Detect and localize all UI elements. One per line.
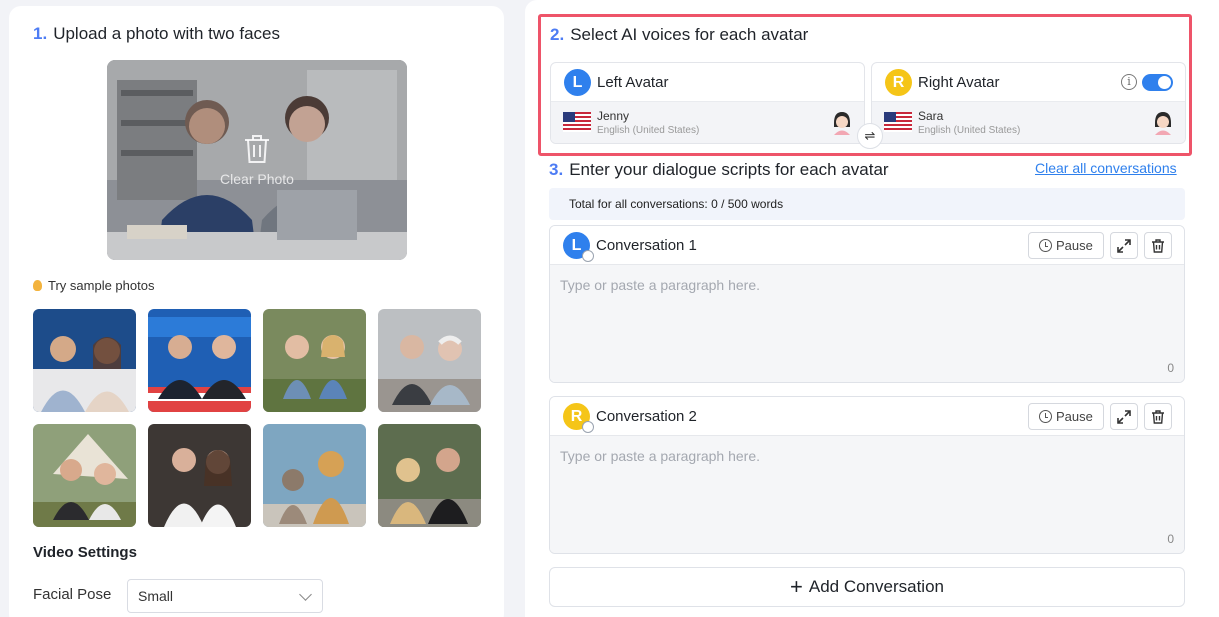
us-flag-icon: [563, 112, 591, 132]
expand-button[interactable]: [1110, 403, 1138, 430]
expand-button[interactable]: [1110, 232, 1138, 259]
character-count: 0: [1167, 532, 1174, 546]
script-panel: 2. Select AI voices for each avatar L Lef…: [525, 0, 1219, 617]
lightbulb-icon: [33, 280, 42, 291]
trash-icon: [1152, 239, 1164, 253]
trash-icon: [1152, 410, 1164, 424]
switch-speaker-icon[interactable]: [582, 250, 594, 262]
word-total-bar: Total for all conversations: 0 / 500 wor…: [549, 188, 1185, 220]
character-count: 0: [1167, 361, 1174, 375]
step2-title-text: Select AI voices for each avatar: [570, 25, 809, 44]
try-sample-photos: Try sample photos: [33, 278, 154, 293]
voice-selection-section: 2. Select AI voices for each avatar L Lef…: [538, 14, 1192, 156]
chevron-down-icon: [299, 588, 312, 601]
delete-conversation-button[interactable]: [1144, 232, 1172, 259]
pause-button[interactable]: Pause: [1028, 232, 1104, 259]
sample-photo-5[interactable]: [33, 424, 136, 527]
female-avatar-icon: [834, 112, 850, 135]
sample-photo-7[interactable]: [263, 424, 366, 527]
right-avatar-header: R Right Avatar i: [872, 63, 1185, 102]
facial-pose-label: Facial Pose: [33, 586, 112, 603]
sample-photo-8-image: [378, 424, 481, 527]
right-avatar-toggle[interactable]: [1142, 74, 1173, 91]
conversation-script-input[interactable]: [550, 265, 1184, 382]
add-conversation-label: Add Conversation: [808, 577, 944, 596]
sample-photo-4-image: [378, 309, 481, 412]
clear-photo-label: Clear Photo: [220, 171, 294, 187]
facial-pose-value: Small: [138, 588, 174, 604]
conversation-card-1: L Conversation 1 Pause 0: [549, 225, 1185, 383]
step3-title: 3. Enter your dialogue scripts for each a…: [549, 160, 889, 180]
info-icon[interactable]: i: [1121, 74, 1137, 90]
step1-number: 1.: [33, 24, 48, 43]
conversation-title: Conversation 2: [596, 408, 697, 425]
sample-photo-4[interactable]: [378, 309, 481, 412]
facial-pose-select[interactable]: Small: [127, 579, 323, 613]
swap-avatars-button[interactable]: ⇌: [857, 123, 883, 149]
step1-title-text: Upload a photo with two faces: [53, 24, 280, 43]
conversation-script-input[interactable]: [550, 436, 1184, 553]
sample-photo-1-image: [33, 309, 136, 412]
right-avatar-voice[interactable]: Sara English (United States): [872, 102, 1185, 143]
right-avatar-badge: R: [885, 69, 912, 96]
left-voice-language: English (United States): [597, 125, 700, 136]
conversation-header: L Conversation 1 Pause: [550, 226, 1184, 265]
sample-photo-1[interactable]: [33, 309, 136, 412]
clock-icon: [1039, 239, 1052, 252]
pause-label: Pause: [1056, 409, 1093, 424]
clear-photo-button[interactable]: Clear Photo: [107, 60, 407, 260]
delete-conversation-button[interactable]: [1144, 403, 1172, 430]
expand-icon: [1117, 410, 1131, 424]
step2-title: 2. Select AI voices for each avatar: [550, 25, 808, 45]
left-avatar-card[interactable]: L Left Avatar Jenny English (United Stat…: [550, 62, 865, 144]
try-sample-label: Try sample photos: [48, 278, 155, 293]
sample-photo-7-image: [263, 424, 366, 527]
sample-photo-8[interactable]: [378, 424, 481, 527]
swap-icon: ⇌: [864, 128, 876, 143]
conversation-body: 0: [550, 265, 1184, 382]
us-flag-icon: [884, 112, 912, 132]
plus-icon: +: [790, 574, 803, 599]
right-voice-name: Sara: [918, 109, 944, 123]
add-conversation-button[interactable]: + Add Conversation: [549, 567, 1185, 607]
left-avatar-header: L Left Avatar: [551, 63, 864, 102]
upload-panel: 1. Upload a photo with two faces Clear P…: [9, 6, 504, 617]
uploaded-photo[interactable]: Clear Photo: [107, 60, 407, 260]
right-avatar-card[interactable]: R Right Avatar i Sara English (United St…: [871, 62, 1186, 144]
right-voice-language: English (United States): [918, 125, 1021, 136]
sample-photo-6-image: [148, 424, 251, 527]
pause-label: Pause: [1056, 238, 1093, 253]
video-settings-title: Video Settings: [33, 544, 137, 561]
female-avatar-icon: [1155, 112, 1171, 135]
expand-icon: [1117, 239, 1131, 253]
clock-icon: [1039, 410, 1052, 423]
left-avatar-voice[interactable]: Jenny English (United States): [551, 102, 864, 143]
conversation-card-2: R Conversation 2 Pause 0: [549, 396, 1185, 554]
sample-photo-3-image: [263, 309, 366, 412]
conversation-title: Conversation 1: [596, 237, 697, 254]
sample-photo-6[interactable]: [148, 424, 251, 527]
trash-icon: [245, 135, 269, 163]
conversation-body: 0: [550, 436, 1184, 553]
left-avatar-badge: L: [564, 69, 591, 96]
right-avatar-name: Right Avatar: [918, 74, 1000, 91]
clear-all-conversations-link[interactable]: Clear all conversations: [1035, 160, 1177, 176]
switch-speaker-icon[interactable]: [582, 421, 594, 433]
step2-number: 2.: [550, 25, 565, 44]
sample-photo-3[interactable]: [263, 309, 366, 412]
pause-button[interactable]: Pause: [1028, 403, 1104, 430]
step3-title-text: Enter your dialogue scripts for each ava…: [569, 160, 889, 179]
left-avatar-name: Left Avatar: [597, 74, 669, 91]
sample-photo-2-image: [148, 309, 251, 412]
conversation-header: R Conversation 2 Pause: [550, 397, 1184, 436]
left-voice-name: Jenny: [597, 109, 630, 123]
step1-title: 1. Upload a photo with two faces: [33, 24, 280, 44]
sample-photo-2[interactable]: [148, 309, 251, 412]
sample-photo-5-image: [33, 424, 136, 527]
step3-number: 3.: [549, 160, 564, 179]
